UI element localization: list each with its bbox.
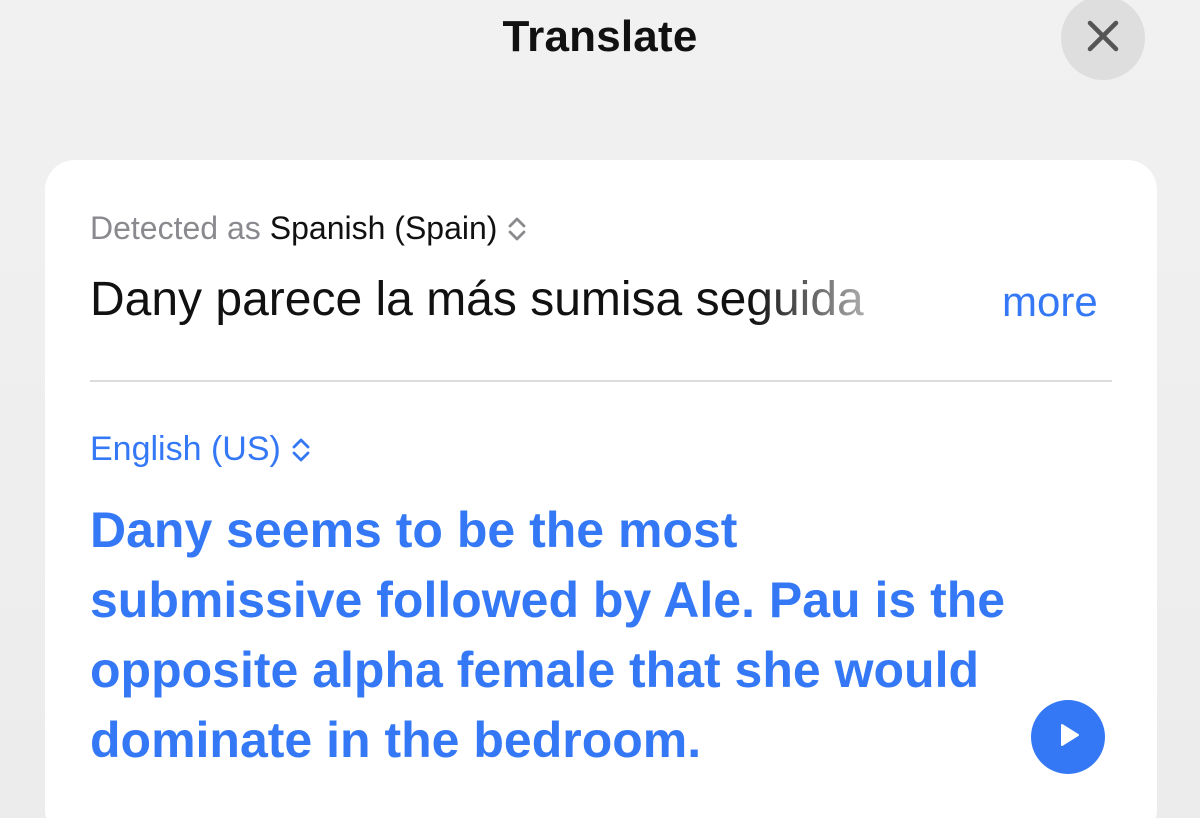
source-text: Dany parece la más sumisa seguida: [90, 273, 864, 326]
more-link[interactable]: more: [1002, 278, 1098, 326]
play-button[interactable]: [1031, 700, 1105, 774]
chevron-up-down-icon: [507, 215, 527, 243]
translation-card: Detected as Spanish (Spain) Dany parece …: [45, 160, 1157, 818]
close-button[interactable]: [1061, 0, 1145, 80]
chevron-up-down-icon: [291, 436, 311, 464]
detected-label: Detected as: [90, 210, 261, 246]
page-title: Translate: [502, 12, 698, 61]
source-language-name: Spanish (Spain): [269, 210, 498, 246]
play-icon: [1053, 720, 1083, 755]
source-language-selector[interactable]: Detected as Spanish (Spain): [90, 210, 527, 247]
close-icon: [1086, 19, 1120, 58]
translation-text: Dany seems to be the most submissive fol…: [90, 502, 1006, 768]
translate-sheet: Translate Detected as Spanish (Spain) Da…: [0, 0, 1200, 818]
target-language-selector[interactable]: English (US): [90, 430, 311, 469]
divider: [90, 380, 1112, 382]
target-language-name: English (US): [90, 430, 281, 468]
